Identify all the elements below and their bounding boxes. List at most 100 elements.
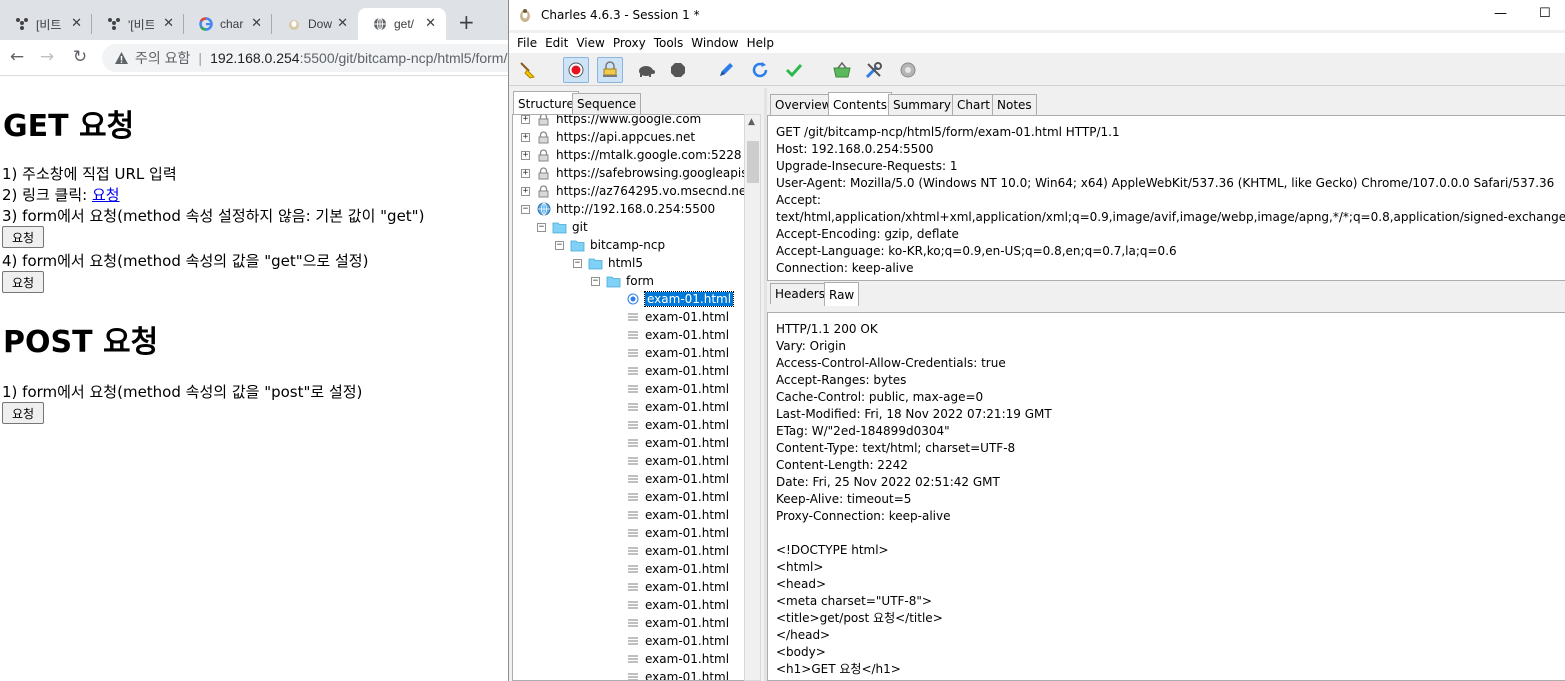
- collapse-icon[interactable]: −: [521, 204, 530, 214]
- tree-request-11[interactable]: exam-01.html: [625, 488, 729, 506]
- tab-chart[interactable]: Chart: [952, 94, 995, 115]
- tree-request-14[interactable]: exam-01.html: [625, 542, 729, 560]
- expand-icon[interactable]: +: [521, 186, 530, 196]
- tree-host-3[interactable]: + https://safebrowsing.googleapis.com: [521, 164, 745, 182]
- throttle-turtle-icon[interactable]: [633, 57, 659, 83]
- scroll-thumb[interactable]: [747, 141, 759, 183]
- compose-pen-icon[interactable]: [713, 57, 739, 83]
- tree-request-13[interactable]: exam-01.html: [625, 524, 729, 542]
- reload-icon[interactable]: ↻: [69, 46, 91, 68]
- browser-tab-active[interactable]: get/ ✕: [358, 8, 446, 40]
- tree-host-1[interactable]: + https://api.appcues.net: [521, 128, 695, 146]
- tab-headers[interactable]: Headers: [770, 283, 830, 304]
- basket-icon[interactable]: [829, 57, 855, 83]
- expand-icon[interactable]: +: [521, 132, 530, 142]
- text-line: ETag: W/"2ed-184899d0304": [776, 424, 950, 438]
- tree-request-16[interactable]: exam-01.html: [625, 578, 729, 596]
- tree-request-6[interactable]: exam-01.html: [625, 398, 729, 416]
- breakpoint-stop-icon[interactable]: [665, 57, 691, 83]
- tree-request-8[interactable]: exam-01.html: [625, 434, 729, 452]
- tab-contents[interactable]: Contents: [828, 92, 892, 116]
- repeat-refresh-icon[interactable]: [747, 57, 773, 83]
- collapse-icon[interactable]: −: [573, 258, 582, 268]
- tree-request-10[interactable]: exam-01.html: [625, 470, 729, 488]
- tab-sequence[interactable]: Sequence: [572, 93, 642, 114]
- close-icon[interactable]: ✕: [71, 16, 82, 31]
- tab-overview[interactable]: Overview: [770, 94, 837, 115]
- post-submit-button[interactable]: 요청: [2, 402, 44, 424]
- tree-request-18[interactable]: exam-01.html: [625, 614, 729, 632]
- maximize-icon[interactable]: ☐: [1539, 6, 1551, 21]
- tab-summary[interactable]: Summary: [888, 94, 956, 115]
- tree-scrollbar[interactable]: ▲: [744, 114, 761, 681]
- address-bar[interactable]: 주의 요함 | 192.168.0.254 :5500/git/bitcamp-…: [102, 44, 508, 72]
- menu-help[interactable]: Help: [747, 36, 774, 50]
- tree-request-20[interactable]: exam-01.html: [625, 650, 729, 668]
- browser-tab-3[interactable]: char ✕: [184, 8, 272, 40]
- browser-tab-2[interactable]: '[비트 ✕: [92, 8, 184, 40]
- tree-folder-bitcamp-ncp[interactable]: − bitcamp-ncp: [555, 236, 665, 254]
- tree-request-3[interactable]: exam-01.html: [625, 344, 729, 362]
- tree-request-4[interactable]: exam-01.html: [625, 362, 729, 380]
- forward-arrow-icon[interactable]: →: [36, 46, 58, 68]
- minimize-icon[interactable]: —: [1494, 6, 1507, 21]
- tab-structure[interactable]: Structure: [513, 91, 579, 115]
- request-link[interactable]: 요청: [92, 186, 120, 204]
- tree-request-15[interactable]: exam-01.html: [625, 560, 729, 578]
- scroll-up-icon[interactable]: ▲: [748, 117, 755, 127]
- get-submit-button[interactable]: 요청: [2, 271, 44, 293]
- tab-raw[interactable]: Raw: [824, 282, 860, 306]
- tree-request-0[interactable]: exam-01.html: [625, 290, 735, 308]
- expand-icon[interactable]: +: [521, 168, 530, 178]
- collapse-icon[interactable]: −: [555, 240, 564, 250]
- tree-folder-git[interactable]: − git: [537, 218, 588, 236]
- tree-host-5[interactable]: − http://192.168.0.254:5500: [521, 200, 715, 218]
- get-default-submit-button[interactable]: 요청: [2, 226, 44, 248]
- menu-view[interactable]: View: [576, 36, 604, 50]
- expand-icon[interactable]: +: [521, 150, 530, 160]
- response-text-area[interactable]: HTTP/1.1 200 OK Vary: Origin Access-Contro…: [767, 312, 1565, 681]
- close-icon[interactable]: ✕: [163, 16, 174, 31]
- menu-tools[interactable]: Tools: [654, 36, 684, 50]
- tree-request-19[interactable]: exam-01.html: [625, 632, 729, 650]
- tree-request-9[interactable]: exam-01.html: [625, 452, 729, 470]
- collapse-icon[interactable]: −: [537, 222, 546, 232]
- warning-icon[interactable]: [114, 50, 129, 66]
- tree-request-1[interactable]: exam-01.html: [625, 308, 729, 326]
- tree-host-2[interactable]: + https://mtalk.google.com:5228: [521, 146, 742, 164]
- browser-tab-4[interactable]: Dow ✕: [272, 8, 358, 40]
- request-icon: [625, 526, 640, 540]
- back-arrow-icon[interactable]: ←: [6, 46, 28, 68]
- expand-icon[interactable]: +: [521, 115, 530, 124]
- menu-edit[interactable]: Edit: [545, 36, 568, 50]
- ssl-proxying-icon[interactable]: [597, 57, 623, 83]
- request-icon: [625, 598, 640, 612]
- tree-request-5[interactable]: exam-01.html: [625, 380, 729, 398]
- tree-request-21[interactable]: exam-01.html: [625, 668, 729, 680]
- collapse-icon[interactable]: −: [591, 276, 600, 286]
- request-text-area[interactable]: GET /git/bitcamp-ncp/html5/form/exam-01.…: [767, 115, 1565, 281]
- browser-tab-1[interactable]: [비트 ✕: [0, 8, 92, 40]
- menu-window[interactable]: Window: [691, 36, 738, 50]
- tree-request-2[interactable]: exam-01.html: [625, 326, 729, 344]
- validate-check-icon[interactable]: [781, 57, 807, 83]
- record-icon[interactable]: [563, 57, 589, 83]
- tools-icon[interactable]: [861, 57, 887, 83]
- broom-icon[interactable]: [515, 57, 541, 83]
- tree-request-12[interactable]: exam-01.html: [625, 506, 729, 524]
- tree-folder-form[interactable]: − form: [591, 272, 654, 290]
- tree-request-7[interactable]: exam-01.html: [625, 416, 729, 434]
- close-icon[interactable]: ✕: [337, 16, 348, 31]
- tree-folder-html5[interactable]: − html5: [573, 254, 643, 272]
- new-tab-button[interactable]: +: [458, 10, 475, 34]
- tab-notes[interactable]: Notes: [992, 94, 1037, 115]
- text-line: User-Agent: Mozilla/5.0 (Windows NT 10.0…: [776, 176, 1555, 190]
- tree-host-4[interactable]: + https://az764295.vo.msecnd.net: [521, 182, 745, 200]
- close-icon[interactable]: ✕: [425, 16, 436, 31]
- menu-proxy[interactable]: Proxy: [613, 36, 646, 50]
- tree-host-0[interactable]: + https://www.google.com: [521, 115, 701, 128]
- menu-file[interactable]: File: [517, 36, 537, 50]
- settings-gear-icon[interactable]: [895, 57, 921, 83]
- tree-request-17[interactable]: exam-01.html: [625, 596, 729, 614]
- close-icon[interactable]: ✕: [251, 16, 262, 31]
